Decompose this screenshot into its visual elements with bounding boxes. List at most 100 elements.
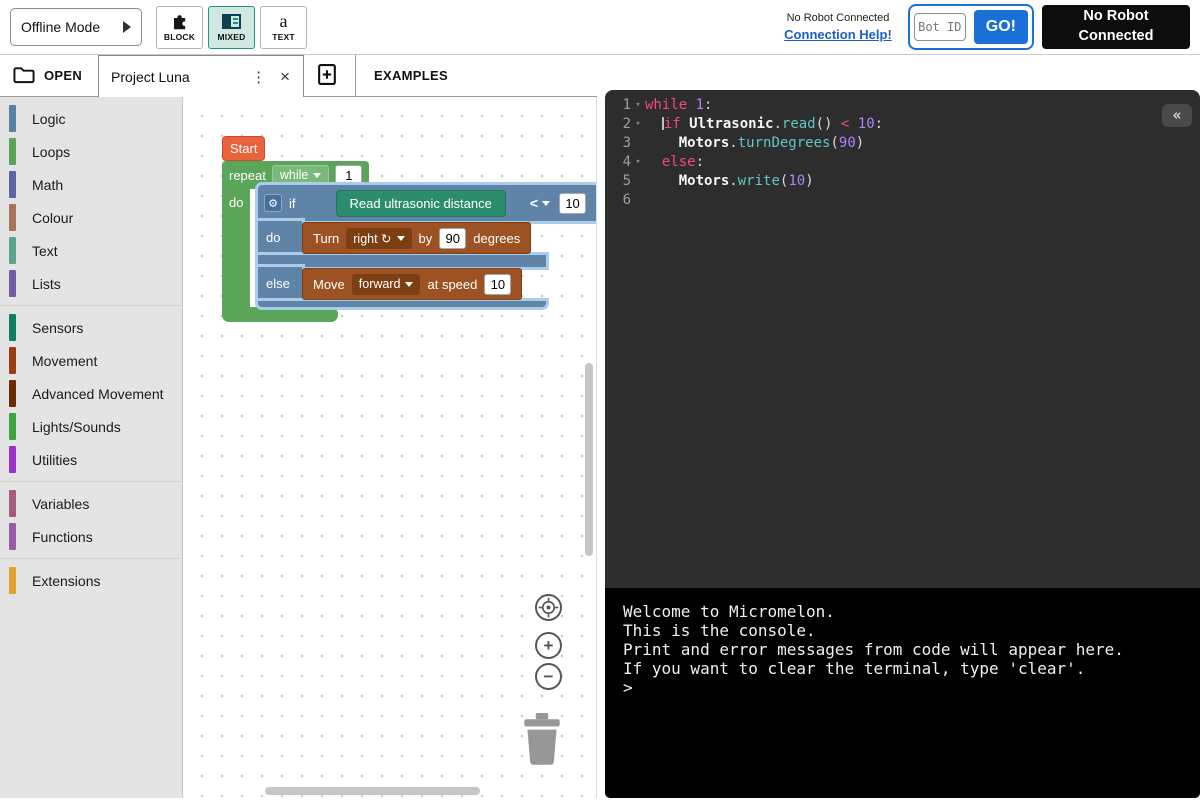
if-else-block[interactable]: ⚙ if Read ultrasonic distance < 10: [258, 185, 597, 221]
category-label: Math: [32, 177, 63, 193]
tab-menu-icon[interactable]: ⋮: [247, 68, 270, 86]
horizontal-scrollbar[interactable]: [265, 787, 480, 795]
open-button[interactable]: OPEN: [12, 64, 82, 88]
file-tab-bar: OPEN Project Luna ⋮ × EXAMPLES: [0, 55, 597, 97]
console-line: Print and error messages from code will …: [623, 640, 1200, 659]
connection-help-link[interactable]: Connection Help!: [784, 27, 892, 42]
category-color-strip: [9, 270, 16, 297]
examples-button[interactable]: EXAMPLES: [374, 68, 448, 83]
code-token: 90: [839, 135, 856, 151]
turn-label: Turn: [313, 231, 339, 246]
move-direction-label: forward: [359, 277, 401, 291]
category-color-strip: [9, 490, 16, 517]
line-number: 5: [605, 172, 631, 191]
fold-arrow-icon[interactable]: ▾: [631, 153, 645, 172]
go-button[interactable]: GO!: [974, 10, 1028, 44]
chevron-down-icon: [397, 236, 405, 241]
turn-direction-label: right ↻: [353, 231, 391, 246]
category-color-strip: [9, 237, 16, 264]
zoom-out-button[interactable]: −: [535, 663, 562, 690]
by-label: by: [419, 231, 433, 246]
toolbox-category-extensions[interactable]: Extensions: [0, 564, 182, 597]
move-speed-field[interactable]: 10: [484, 274, 511, 295]
code-line[interactable]: 1▾while 1:: [605, 96, 1200, 115]
category-color-strip: [9, 171, 16, 198]
move-direction-dropdown[interactable]: forward: [352, 274, 421, 295]
trash-icon: [522, 713, 562, 765]
code-token: while: [645, 97, 696, 113]
do-label: do: [266, 230, 280, 245]
comparison-operator-dropdown[interactable]: <: [530, 195, 550, 211]
category-label: Lights/Sounds: [32, 419, 121, 435]
no-robot-connected-badge: No Robot Connected: [1042, 5, 1190, 49]
repeat-count-field[interactable]: 1: [335, 165, 362, 186]
turn-block[interactable]: Turn right ↻ by 90 degrees: [302, 222, 531, 254]
mode-button-block[interactable]: BLOCK: [156, 6, 203, 49]
code-token: :: [875, 116, 883, 132]
offline-mode-dropdown[interactable]: Offline Mode: [10, 8, 142, 46]
toolbox-category-utilities[interactable]: Utilities: [0, 443, 182, 476]
fold-arrow-icon[interactable]: ▾: [631, 115, 645, 134]
mode-button-mixed[interactable]: MIXED: [208, 6, 255, 49]
move-block[interactable]: Move forward at speed 10: [302, 268, 522, 300]
toolbox-group-divider: [0, 305, 182, 306]
mode-button-text[interactable]: a TEXT: [260, 6, 307, 49]
puzzle-block-icon: [171, 12, 189, 30]
toolbox-category-logic[interactable]: Logic: [0, 102, 182, 135]
toolbox-category-variables[interactable]: Variables: [0, 487, 182, 520]
console-line: If you want to clear the terminal, type …: [623, 659, 1200, 678]
project-tab-title: Project Luna: [111, 69, 190, 85]
toolbox-category-lights-sounds[interactable]: Lights/Sounds: [0, 410, 182, 443]
toolbox-category-functions[interactable]: Functions: [0, 520, 182, 553]
code-line[interactable]: 5 Motors.write(10): [605, 172, 1200, 191]
toolbox-category-loops[interactable]: Loops: [0, 135, 182, 168]
category-color-strip: [9, 523, 16, 550]
chevron-down-icon: [313, 173, 321, 178]
toolbox-category-advanced-movement[interactable]: Advanced Movement: [0, 377, 182, 410]
mode-toggle-group: BLOCK MIXED a TEXT: [156, 6, 307, 49]
new-project-button[interactable]: [316, 62, 339, 90]
mutator-gear-icon[interactable]: ⚙: [264, 194, 282, 212]
panel-gap: [597, 55, 605, 798]
do-label: do: [229, 195, 243, 210]
trash-can[interactable]: [522, 713, 562, 770]
code-line[interactable]: 2▾ if Ultrasonic.read() < 10:: [605, 115, 1200, 134]
toolbox-category-math[interactable]: Math: [0, 168, 182, 201]
turn-direction-dropdown[interactable]: right ↻: [346, 228, 411, 249]
tab-close-icon[interactable]: ×: [276, 67, 294, 87]
mode-button-label: MIXED: [218, 32, 246, 42]
block-workspace[interactable]: Start repeat while 1 do ⚙: [183, 97, 597, 798]
zoom-reset-button[interactable]: [535, 594, 562, 621]
code-token: Ultrasonic: [689, 116, 773, 132]
category-label: Utilities: [32, 452, 77, 468]
toolbox-category-movement[interactable]: Movement: [0, 344, 182, 377]
code-line[interactable]: 6: [605, 191, 1200, 210]
comparison-value-field[interactable]: 10: [559, 193, 586, 214]
start-block[interactable]: Start: [222, 136, 265, 161]
fold-arrow-icon[interactable]: ▾: [631, 96, 645, 115]
project-tab[interactable]: Project Luna ⋮ ×: [98, 55, 304, 97]
dropdown-arrow-icon: [123, 21, 131, 33]
toolbox-category-text[interactable]: Text: [0, 234, 182, 267]
vertical-scrollbar[interactable]: [585, 363, 593, 556]
ultrasonic-distance-block[interactable]: Read ultrasonic distance: [336, 190, 506, 217]
turn-degrees-field[interactable]: 90: [439, 228, 466, 249]
toolbox-category-lists[interactable]: Lists: [0, 267, 182, 300]
if-do-section: do: [258, 221, 302, 255]
toolbox-category-colour[interactable]: Colour: [0, 201, 182, 234]
line-number: 6: [605, 191, 631, 210]
code-line[interactable]: 4▾ else:: [605, 153, 1200, 172]
bot-id-input[interactable]: [914, 13, 966, 41]
new-file-icon: [316, 63, 339, 86]
code-token: read: [782, 116, 816, 132]
start-label: Start: [230, 141, 257, 156]
code-token: else: [662, 154, 696, 170]
while-dropdown[interactable]: while: [272, 165, 330, 186]
python-editor[interactable]: 1▾while 1:2▾ if Ultrasonic.read() < 10:3…: [605, 90, 1200, 588]
category-color-strip: [9, 105, 16, 132]
zoom-in-button[interactable]: +: [535, 632, 562, 659]
toolbox-category-sensors[interactable]: Sensors: [0, 311, 182, 344]
code-line[interactable]: 3 Motors.turnDegrees(90): [605, 134, 1200, 153]
console-panel[interactable]: Welcome to Micromelon.This is the consol…: [605, 588, 1200, 798]
collapse-panel-button[interactable]: «: [1162, 104, 1192, 127]
